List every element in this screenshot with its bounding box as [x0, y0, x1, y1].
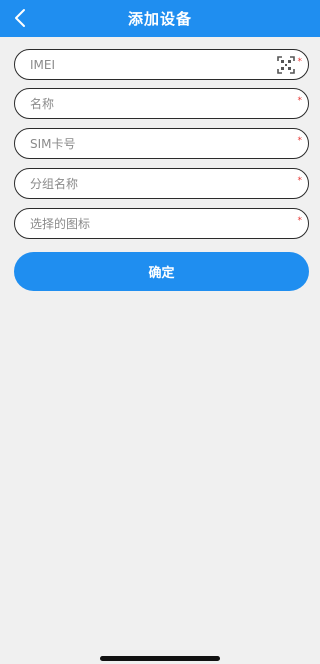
qr-scan-icon: [277, 56, 295, 74]
imei-field[interactable]: IMEI *: [14, 49, 309, 80]
required-marker: *: [297, 96, 303, 106]
home-indicator: [100, 656, 220, 661]
chevron-left-icon: [15, 9, 25, 27]
scan-qr-button[interactable]: [277, 56, 295, 74]
page-title: 添加设备: [127, 10, 192, 28]
required-marker: *: [297, 216, 303, 226]
group-name-placeholder: 分组名称: [30, 177, 79, 191]
confirm-button[interactable]: 确定: [14, 252, 309, 291]
app-header: 添加设备: [0, 0, 320, 37]
group-name-field[interactable]: 分组名称 *: [14, 168, 309, 199]
sim-number-field[interactable]: SIM卡号 *: [14, 128, 309, 159]
name-placeholder: 名称: [30, 97, 55, 111]
sim-number-placeholder: SIM卡号: [30, 137, 76, 151]
required-marker: *: [297, 176, 303, 186]
required-marker: *: [297, 57, 303, 67]
imei-placeholder: IMEI: [30, 57, 56, 72]
required-marker: *: [297, 136, 303, 146]
icon-select-field[interactable]: 选择的图标 *: [14, 208, 309, 239]
back-button[interactable]: [8, 5, 32, 31]
icon-select-placeholder: 选择的图标: [30, 217, 91, 231]
app-root: 添加设备 IMEI * 名称 * SIM卡号 * 分组名称 * 选择的图标 * …: [0, 0, 320, 664]
name-field[interactable]: 名称 *: [14, 88, 309, 119]
